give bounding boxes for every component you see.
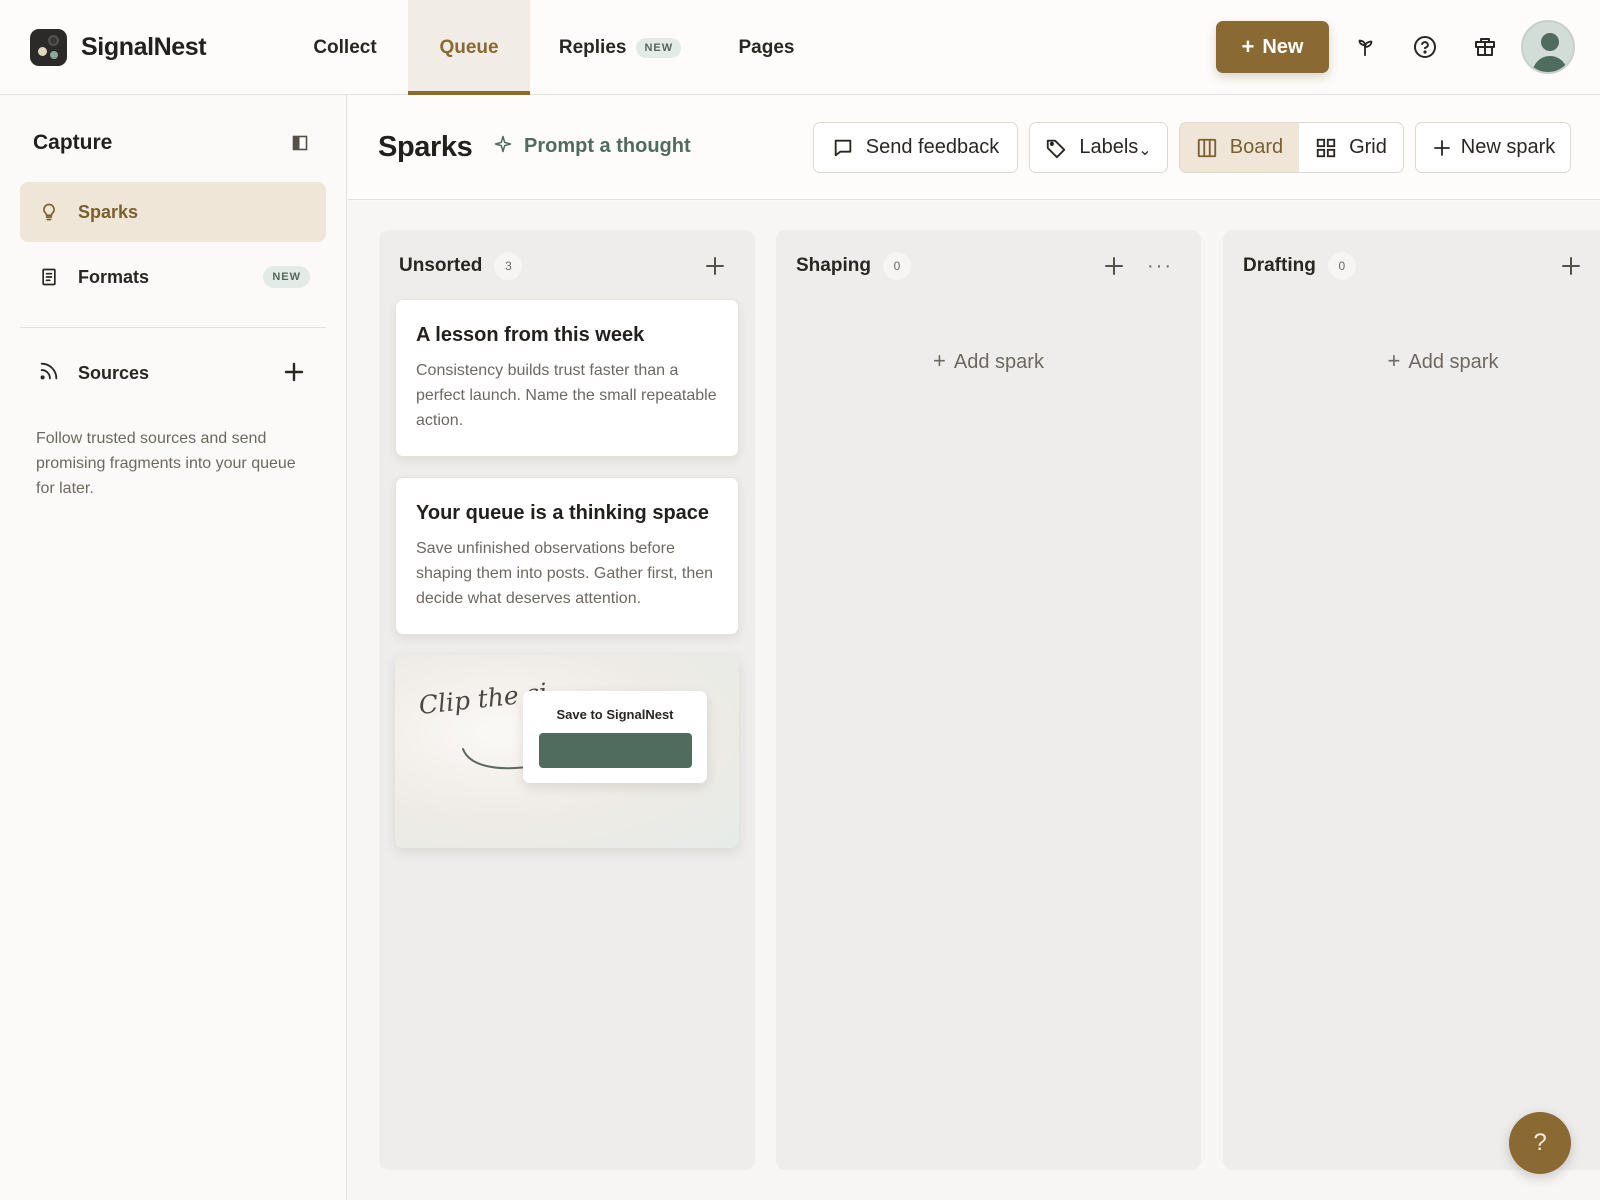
spark-card[interactable]: Your queue is a thinking space Save unfi… <box>395 477 739 635</box>
nav-tab-pages[interactable]: Pages <box>714 0 819 95</box>
help-circle-icon[interactable] <box>1410 32 1440 62</box>
view-board-button[interactable]: Board <box>1180 123 1299 172</box>
card-body: Save unfinished observations before shap… <box>416 540 714 607</box>
sprout-icon[interactable] <box>1350 32 1380 62</box>
more-options-icon[interactable]: ··· <box>1144 254 1176 278</box>
view-grid-label: Grid <box>1349 136 1387 158</box>
add-spark-label: Add spark <box>953 351 1044 373</box>
view-board-label: Board <box>1229 136 1284 158</box>
new-spark-button[interactable]: New spark <box>1415 122 1571 173</box>
save-popup-illustration: Save to SignalNest <box>523 691 707 783</box>
gift-icon[interactable] <box>1470 32 1500 62</box>
sidebar-collapse-icon[interactable] <box>292 135 308 151</box>
chat-bubble-icon <box>832 137 854 159</box>
send-feedback-button[interactable]: Send feedback <box>813 122 1018 173</box>
column-title: Unsorted <box>399 255 483 276</box>
plus-icon <box>1431 137 1453 159</box>
nav-tab-label: Collect <box>313 36 377 58</box>
column-shaping: Shaping 0 ··· + Add spark <box>776 230 1201 1170</box>
card-title: A lesson from this week <box>416 324 645 346</box>
card-body: Consistency builds trust faster than a p… <box>416 362 717 429</box>
column-count: 3 <box>494 252 523 280</box>
add-spark-label: Add spark <box>1408 351 1499 373</box>
column-drafting: Drafting 0 + Add spark <box>1223 230 1600 1170</box>
help-fab-button[interactable]: ? <box>1509 1112 1571 1174</box>
nav-tab-label: Replies <box>558 36 627 58</box>
main-nav: Collect Queue Replies NEW Pages <box>290 0 819 95</box>
plus-icon <box>1105 257 1123 275</box>
column-header: Shaping 0 <box>796 252 911 280</box>
add-card-button[interactable] <box>1559 254 1583 278</box>
plus-icon <box>706 257 724 275</box>
column-title: Shaping <box>796 255 871 276</box>
plus-icon: + <box>933 348 946 373</box>
nav-tab-queue[interactable]: Queue <box>408 0 530 95</box>
column-unsorted: Unsorted 3 A lesson from this week Consi… <box>379 230 755 1170</box>
add-spark-button[interactable]: + Add spark <box>776 348 1201 374</box>
new-spark-label: New spark <box>1460 136 1556 158</box>
add-spark-button[interactable]: + Add spark <box>1223 348 1600 374</box>
spark-card[interactable]: A lesson from this week Consistency buil… <box>395 299 739 457</box>
brand-logo-icon <box>30 28 67 66</box>
view-toggle: Board Grid <box>1179 122 1404 173</box>
sources-description: Follow trusted sources and send promisin… <box>36 430 296 497</box>
brand-name: SignalNest <box>81 32 207 61</box>
lightbulb-icon <box>38 201 60 223</box>
top-bar: SignalNest Collect Queue Replies NEW Pag… <box>0 0 1600 95</box>
column-header: Drafting 0 <box>1243 252 1356 280</box>
labels-dropdown[interactable]: Labels ⌄ <box>1029 122 1168 173</box>
column-count: 0 <box>882 252 911 280</box>
nav-tab-label: Pages <box>738 36 795 58</box>
avatar-person-icon <box>1532 33 1568 72</box>
sidebar: Capture Sparks Formats NEW Sources Follo… <box>0 95 347 1200</box>
save-popup-button <box>539 733 692 768</box>
rss-icon <box>38 360 60 387</box>
sparkle-icon <box>494 135 512 153</box>
plus-icon: + <box>1387 348 1401 373</box>
brand[interactable]: SignalNest <box>30 28 207 66</box>
sidebar-item-label: Sparks <box>78 201 139 222</box>
new-badge: NEW <box>263 266 310 288</box>
page-title: Sparks <box>378 131 473 163</box>
sidebar-title: Capture <box>33 131 113 154</box>
view-grid-button[interactable]: Grid <box>1299 123 1403 172</box>
sidebar-item-sources[interactable]: Sources <box>20 350 326 396</box>
add-source-button[interactable] <box>280 358 308 386</box>
plus-icon <box>284 362 304 382</box>
new-badge: NEW <box>636 37 682 58</box>
new-button-label: New <box>1262 35 1304 58</box>
sidebar-item-sparks[interactable]: Sparks <box>20 182 326 242</box>
plus-icon <box>1562 257 1580 275</box>
save-popup-title: Save to SignalNest <box>556 707 674 722</box>
kanban-board: Unsorted 3 A lesson from this week Consi… <box>348 201 1600 1200</box>
columns-icon <box>1196 137 1218 159</box>
labels-label: Labels <box>1079 136 1139 158</box>
sidebar-item-formats[interactable]: Formats NEW <box>20 247 326 307</box>
sidebar-divider <box>20 327 326 328</box>
nav-tab-replies[interactable]: Replies NEW <box>540 0 700 95</box>
send-feedback-label: Send feedback <box>865 136 1000 158</box>
sidebar-item-label: Sources <box>78 362 150 383</box>
column-count: 0 <box>1327 252 1356 280</box>
prompt-a-thought-link[interactable]: Prompt a thought <box>494 135 691 158</box>
nav-tab-label: Queue <box>439 36 499 58</box>
plus-icon: + <box>1241 34 1255 59</box>
add-card-button[interactable] <box>703 254 727 278</box>
sidebar-item-label: Formats <box>78 266 150 287</box>
column-header: Unsorted 3 <box>399 252 523 280</box>
page-header: Sparks Prompt a thought Send feedback La… <box>348 95 1600 200</box>
grid-icon <box>1315 137 1337 159</box>
card-title: Your queue is a thinking space <box>416 502 710 524</box>
tag-icon <box>1045 137 1067 159</box>
document-icon <box>38 266 60 288</box>
prompt-link-label: Prompt a thought <box>524 135 691 157</box>
nav-tab-collect[interactable]: Collect <box>290 0 400 95</box>
spark-image-card[interactable]: Clip the si Save to SignalNest <box>395 655 739 848</box>
column-title: Drafting <box>1243 255 1316 276</box>
new-button[interactable]: + New <box>1216 21 1329 73</box>
user-avatar[interactable] <box>1521 20 1575 74</box>
add-card-button[interactable] <box>1102 254 1126 278</box>
chevron-down-icon: ⌄ <box>1138 141 1152 159</box>
